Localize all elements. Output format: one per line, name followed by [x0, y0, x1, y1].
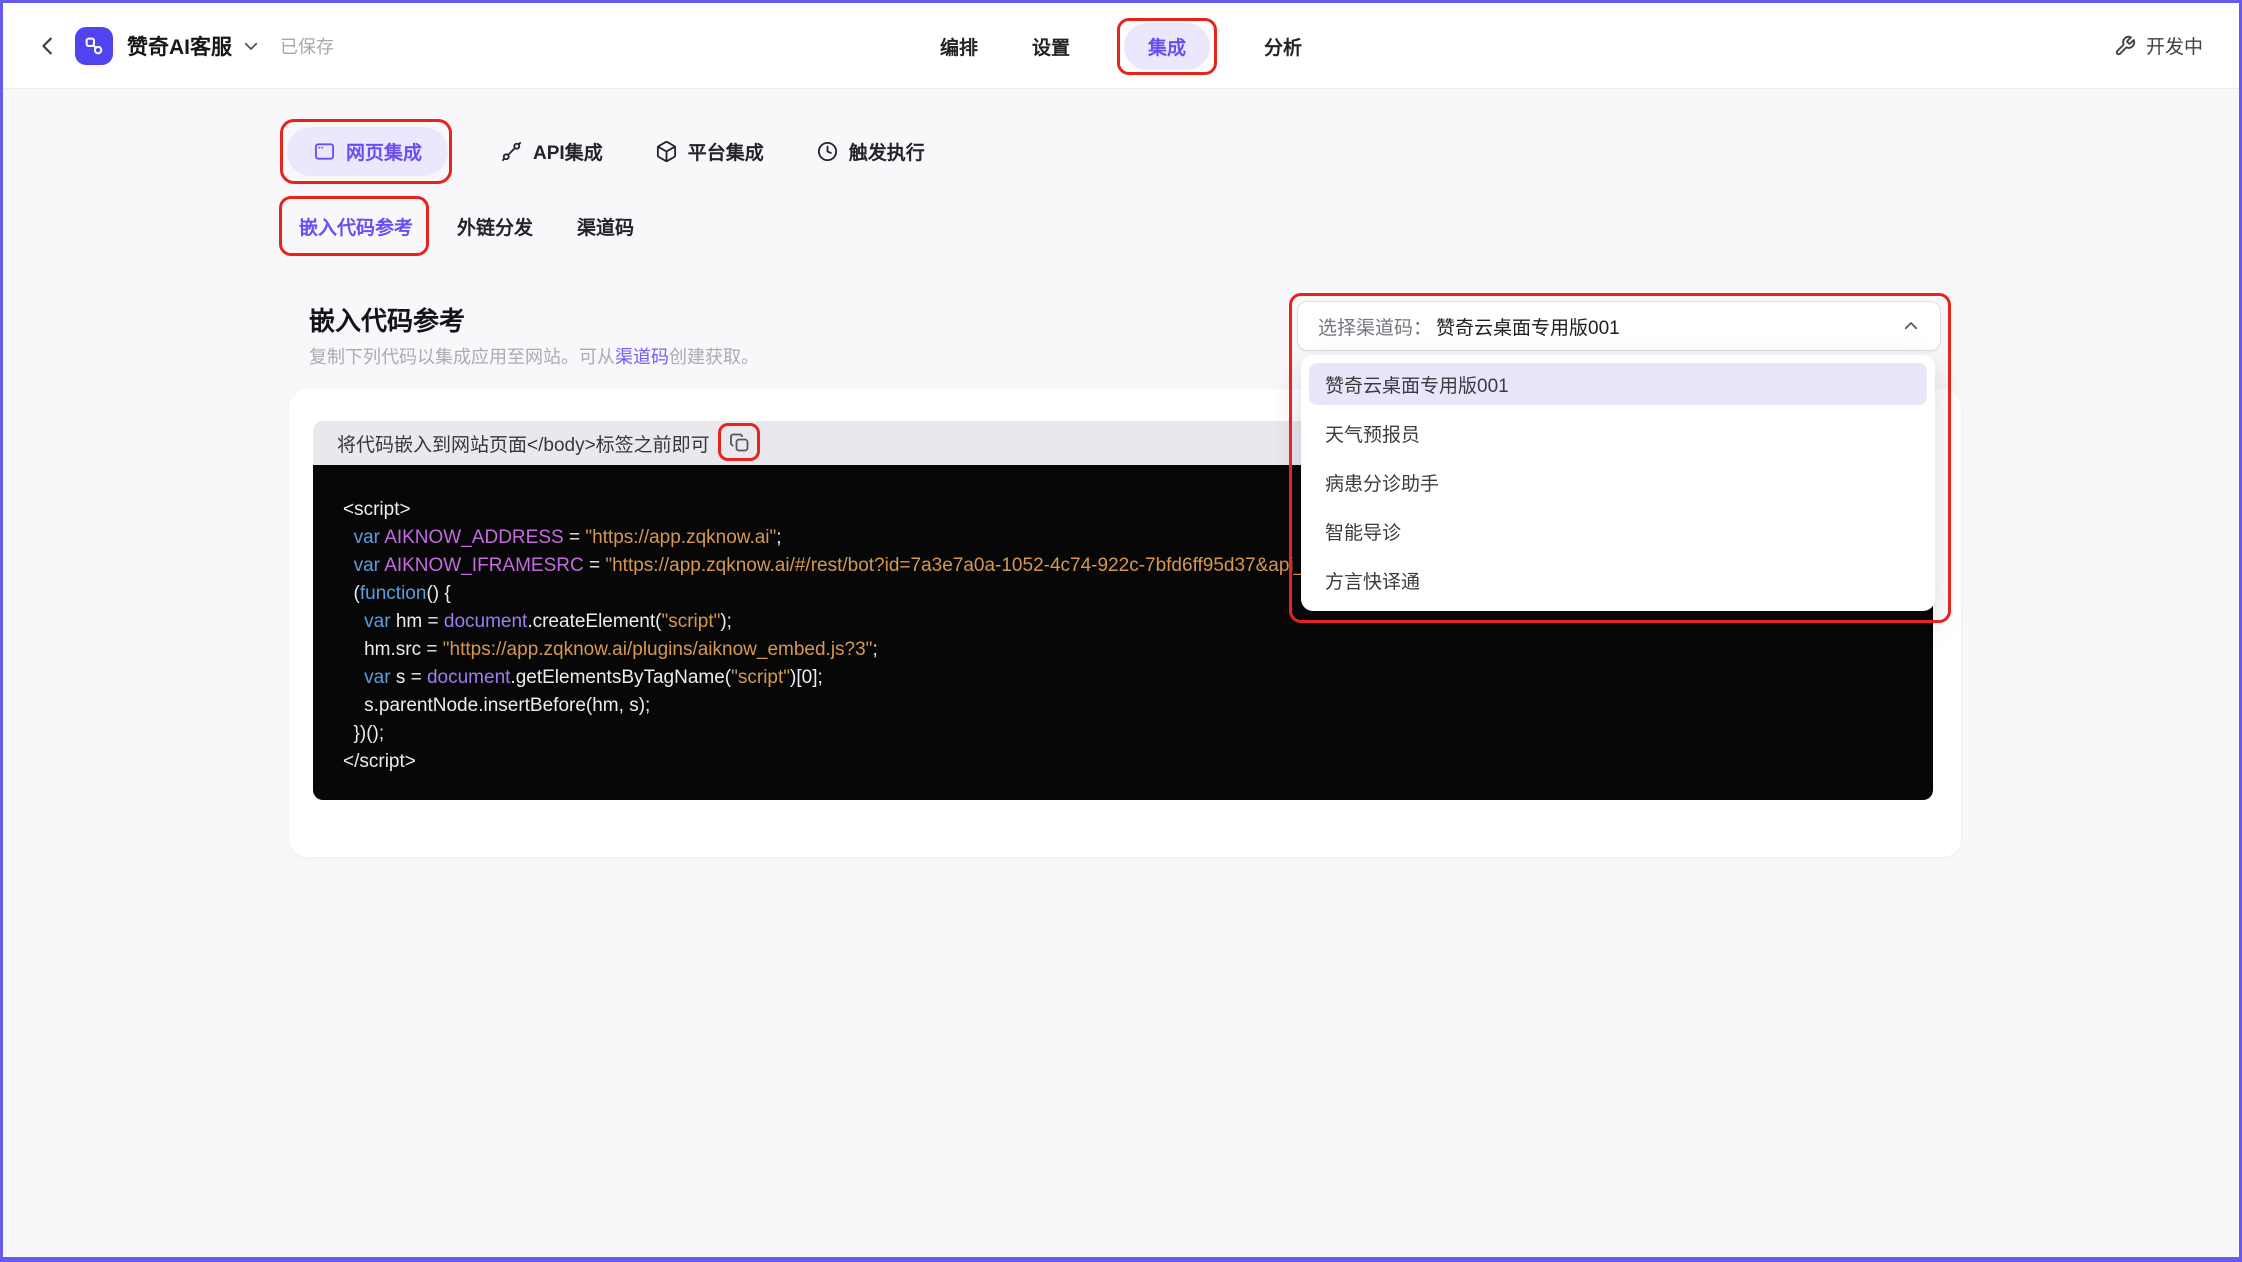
app-title: 赞奇AI客服 — [127, 31, 232, 61]
section-description: 复制下列代码以集成应用至网站。可从渠道码创建获取。 — [309, 343, 759, 369]
app-logo — [75, 27, 113, 65]
section-title: 嵌入代码参考 — [309, 301, 465, 338]
channel-options-list: 赞奇云桌面专用版001 天气预报员病患分诊助手智能导诊方言快译通 — [1301, 355, 1935, 611]
tab-platform-integration[interactable]: 平台集成 — [655, 138, 764, 165]
subtab-embed-code-label: 嵌入代码参考 — [299, 218, 413, 239]
tab-trigger-execution[interactable]: 触发执行 — [816, 138, 925, 165]
code-line: var hm = document.createElement("script"… — [343, 608, 1933, 636]
channel-option[interactable]: 病患分诊助手 — [1309, 461, 1927, 503]
clock-icon — [816, 140, 839, 163]
tab-platform-integration-label: 平台集成 — [688, 138, 764, 165]
integration-tabs: 网页集成 API集成 平台集成 触发执行 — [287, 127, 925, 176]
code-line: var s = document.getElementsByTagName("s… — [343, 664, 1933, 692]
description-text: 复制下列代码以集成应用至网站。可从 — [309, 347, 615, 367]
tab-api-integration-label: API集成 — [533, 138, 603, 165]
chevron-up-icon — [1902, 317, 1920, 335]
top-nav: 编排 设置 集成 分析 — [940, 3, 1302, 89]
copy-icon — [728, 431, 752, 455]
code-line: s.parentNode.insertBefore(hm, s); — [343, 692, 1933, 720]
workflow-icon — [83, 35, 105, 57]
cube-icon — [655, 140, 678, 163]
nav-item-orchestrate[interactable]: 编排 — [940, 33, 978, 60]
channel-option[interactable]: 智能导诊 — [1309, 510, 1927, 552]
channel-select[interactable]: 选择渠道码： 赞奇云桌面专用版001 — [1297, 301, 1941, 351]
tab-trigger-execution-label: 触发执行 — [849, 138, 925, 165]
top-bar: 赞奇AI客服 已保存 编排 设置 集成 分析 开发中 — [3, 3, 2239, 89]
nav-item-integrations[interactable]: 集成 — [1124, 23, 1210, 70]
channel-select-value: 赞奇云桌面专用版001 — [1436, 313, 1620, 340]
nav-item-analytics[interactable]: 分析 — [1264, 33, 1302, 60]
dev-mode-badge[interactable]: 开发中 — [2114, 32, 2239, 59]
tab-web-integration-label: 网页集成 — [346, 138, 422, 165]
save-status: 已保存 — [280, 33, 334, 59]
web-integration-subtabs: 嵌入代码参考 外链分发 渠道码 — [299, 213, 634, 240]
tab-api-integration[interactable]: API集成 — [500, 138, 603, 165]
channel-code-link[interactable]: 渠道码 — [615, 347, 669, 367]
subtab-channel-code[interactable]: 渠道码 — [577, 213, 634, 240]
app-window: 赞奇AI客服 已保存 编排 设置 集成 分析 开发中 网页集成 — [0, 0, 2242, 1262]
code-line: })(); — [343, 720, 1933, 748]
code-line: hm.src = "https://app.zqknow.ai/plugins/… — [343, 636, 1933, 664]
dev-mode-label: 开发中 — [2146, 32, 2203, 59]
channel-option[interactable]: 赞奇云桌面专用版001 — [1309, 363, 1927, 405]
channel-select-label: 选择渠道码： — [1318, 313, 1432, 340]
back-button[interactable] — [37, 35, 59, 57]
api-connector-icon — [500, 140, 523, 163]
app-switcher-button[interactable] — [242, 37, 260, 55]
code-line: </script> — [343, 748, 1933, 776]
chevron-left-icon — [37, 35, 59, 57]
nav-item-settings[interactable]: 设置 — [1032, 33, 1070, 60]
code-block-instruction: 将代码嵌入到网站页面</body>标签之前即可 — [337, 430, 710, 457]
subtab-external-link[interactable]: 外链分发 — [457, 213, 533, 240]
tab-web-integration[interactable]: 网页集成 — [287, 127, 448, 176]
copy-code-button[interactable] — [728, 431, 752, 455]
chevron-down-icon — [242, 37, 260, 55]
channel-option[interactable]: 天气预报员 — [1309, 412, 1927, 454]
description-text-suffix: 创建获取。 — [669, 347, 759, 367]
browser-window-icon — [313, 140, 336, 163]
wrench-icon — [2114, 35, 2136, 57]
channel-option[interactable]: 方言快译通 — [1309, 559, 1927, 601]
subtab-embed-code[interactable]: 嵌入代码参考 — [299, 213, 413, 240]
